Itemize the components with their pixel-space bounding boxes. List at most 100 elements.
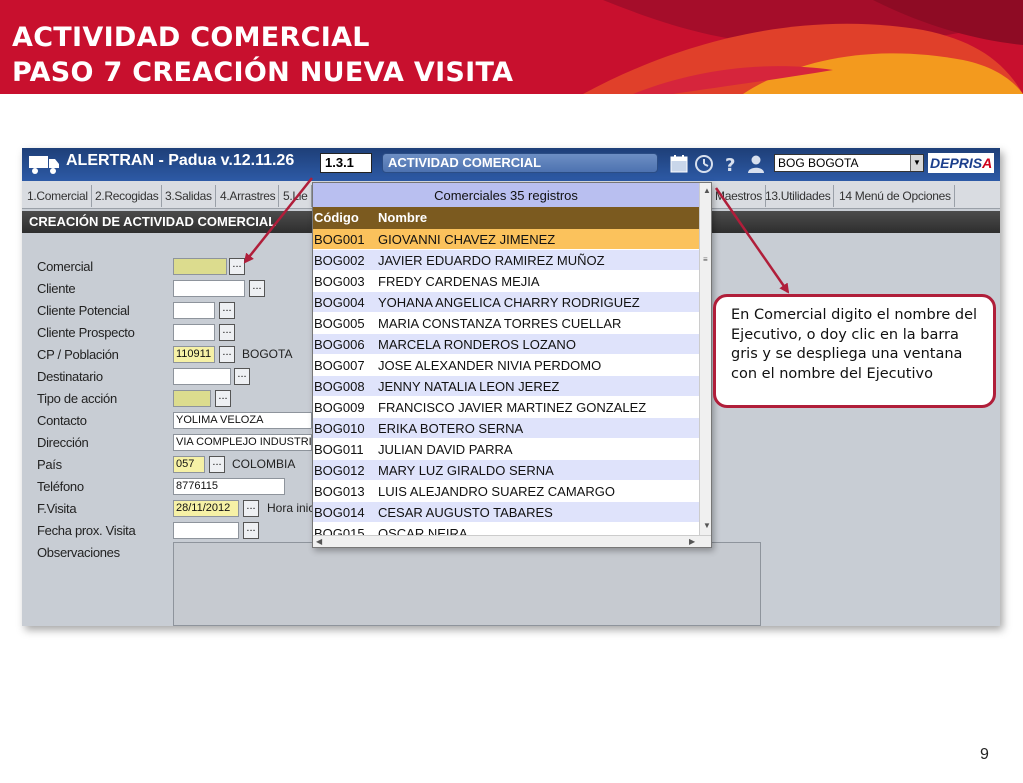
cliente-prospecto-lookup-button[interactable]: ... — [219, 324, 235, 341]
scroll-thumb-icon[interactable]: ≡ — [703, 255, 708, 264]
list-item[interactable]: BOG010 ERIKA BOTERO SERNA — [313, 418, 699, 439]
list-item[interactable]: BOG003 FREDY CARDENAS MEJIA — [313, 271, 699, 292]
cp-lookup-button[interactable]: ... — [219, 346, 235, 363]
row-name: OSCAR NEIRA — [378, 526, 468, 535]
cliente-potencial-field[interactable] — [173, 302, 215, 319]
menu-item-utilidades[interactable]: 13.Utilidades — [762, 185, 835, 207]
row-name: MARY LUZ GIRALDO SERNA — [378, 463, 554, 478]
city-select[interactable]: BOG BOGOTA ▼ — [774, 154, 924, 172]
row-name: JULIAN DAVID PARRA — [378, 442, 513, 457]
row-name: MARIA CONSTANZA TORRES CUELLAR — [378, 316, 622, 331]
cp-field[interactable]: 110911 — [173, 346, 215, 363]
pais-code-field[interactable]: 057 — [173, 456, 205, 473]
row-name: JAVIER EDUARDO RAMIREZ MUÑOZ — [378, 253, 605, 268]
menu-item-opciones[interactable]: 14 Menú de Opciones — [836, 185, 955, 207]
help-icon[interactable]: ? — [721, 154, 739, 174]
cliente-potencial-lookup-button[interactable]: ... — [219, 302, 235, 319]
city-select-value: BOG BOGOTA — [778, 156, 859, 170]
fvisita-label: F.Visita — [37, 501, 77, 516]
user-icon[interactable] — [747, 154, 765, 174]
menu-item-llegadas[interactable]: 5.Lle — [280, 185, 312, 207]
row-code: BOG011 — [314, 442, 364, 457]
cliente-prospecto-field[interactable] — [173, 324, 215, 341]
row-name: JOSE ALEXANDER NIVIA PERDOMO — [378, 358, 602, 373]
tipo-accion-field[interactable] — [173, 390, 211, 407]
cliente-potencial-label: Cliente Potencial — [37, 303, 130, 318]
fvisita-field[interactable]: 28/11/2012 — [173, 500, 239, 517]
list-item[interactable]: BOG005 MARIA CONSTANZA TORRES CUELLAR — [313, 313, 699, 334]
comercial-field[interactable] — [173, 258, 227, 275]
vertical-scrollbar[interactable]: ▲ ≡ ▼ — [699, 183, 711, 535]
list-item[interactable]: BOG013 LUIS ALEJANDRO SUAREZ CAMARGO — [313, 481, 699, 502]
list-item[interactable]: BOG015 OSCAR NEIRA — [313, 523, 699, 535]
scroll-right-icon[interactable]: ▶ — [689, 537, 695, 546]
menu-item-maestros[interactable]: Maestros — [712, 185, 766, 207]
brand-logo: DEPRISA — [928, 153, 994, 173]
scroll-up-icon[interactable]: ▲ — [703, 186, 711, 195]
fvisita-lookup-button[interactable]: ... — [243, 500, 259, 517]
chevron-down-icon[interactable]: ▼ — [910, 155, 923, 171]
direccion-label: Dirección — [37, 435, 89, 450]
row-name: YOHANA ANGELICA CHARRY RODRIGUEZ — [378, 295, 640, 310]
pais-lookup-button[interactable]: ... — [209, 456, 225, 473]
direccion-field[interactable]: VIA COMPLEJO INDUSTRIAL — [173, 434, 312, 451]
menu-item-comercial[interactable]: 1.Comercial — [24, 185, 92, 207]
horizontal-scrollbar[interactable]: ◀ ▶ — [313, 535, 711, 547]
clock-icon[interactable] — [695, 154, 713, 174]
list-item[interactable]: BOG002 JAVIER EDUARDO RAMIREZ MUÑOZ — [313, 250, 699, 271]
comercial-label: Comercial — [37, 259, 93, 274]
row-code: BOG005 — [314, 316, 365, 331]
row-name: GIOVANNI CHAVEZ JIMENEZ — [378, 232, 556, 247]
telefono-field[interactable]: 8776115 — [173, 478, 285, 495]
fecha-prox-visita-label: Fecha prox. Visita — [37, 523, 136, 538]
popup-header-row: Código Nombre — [313, 207, 699, 229]
menu-item-salidas[interactable]: 3.Salidas — [162, 185, 216, 207]
row-code: BOG003 — [314, 274, 365, 289]
contacto-field[interactable]: YOLIMA VELOZA — [173, 412, 312, 429]
list-item[interactable]: BOG008 JENNY NATALIA LEON JEREZ — [313, 376, 699, 397]
list-item[interactable]: BOG001 GIOVANNI CHAVEZ JIMENEZ — [313, 229, 699, 250]
row-code: BOG015 — [314, 526, 365, 535]
row-code: BOG013 — [314, 484, 365, 499]
destinatario-lookup-button[interactable]: ... — [234, 368, 250, 385]
list-item[interactable]: BOG004 YOHANA ANGELICA CHARRY RODRIGUEZ — [313, 292, 699, 313]
row-name: ERIKA BOTERO SERNA — [378, 421, 524, 436]
column-header-name[interactable]: Nombre — [378, 207, 427, 229]
hora-inicio-label: Hora inic — [267, 501, 315, 515]
list-item[interactable]: BOG012 MARY LUZ GIRALDO SERNA — [313, 460, 699, 481]
telefono-label: Teléfono — [37, 479, 84, 494]
row-code: BOG006 — [314, 337, 365, 352]
row-name: CESAR AUGUSTO TABARES — [378, 505, 553, 520]
observaciones-label: Observaciones — [37, 545, 120, 560]
comercial-lookup-button[interactable]: ... — [229, 258, 245, 275]
cliente-field[interactable] — [173, 280, 245, 297]
list-item[interactable]: BOG009 FRANCISCO JAVIER MARTINEZ GONZALEZ — [313, 397, 699, 418]
popup-title: Comerciales 35 registros — [313, 183, 699, 207]
contacto-label: Contacto — [37, 413, 87, 428]
option-code-input[interactable]: 1.3.1 — [320, 153, 372, 173]
page-number: 9 — [980, 746, 989, 763]
row-code: BOG008 — [314, 379, 365, 394]
list-item[interactable]: BOG007 JOSE ALEXANDER NIVIA PERDOMO — [313, 355, 699, 376]
menu-item-arrastres[interactable]: 4.Arrastres — [217, 185, 280, 207]
list-item[interactable]: BOG011 JULIAN DAVID PARRA — [313, 439, 699, 460]
header-decoration — [583, 0, 1023, 94]
cliente-label: Cliente — [37, 281, 76, 296]
list-item[interactable]: BOG006 MARCELA RONDEROS LOZANO — [313, 334, 699, 355]
scroll-down-icon[interactable]: ▼ — [703, 521, 711, 530]
observaciones-textarea[interactable] — [173, 542, 761, 626]
app-title: ALERTRAN - Padua v.12.11.26 — [66, 152, 295, 169]
scroll-left-icon[interactable]: ◀ — [316, 537, 322, 546]
destinatario-label: Destinatario — [37, 369, 103, 384]
menu-item-recogidas[interactable]: 2.Recogidas — [92, 185, 163, 207]
fecha-prox-visita-field[interactable] — [173, 522, 239, 539]
fecha-prox-visita-lookup-button[interactable]: ... — [243, 522, 259, 539]
module-name: ACTIVIDAD COMERCIAL — [382, 153, 658, 173]
column-header-code[interactable]: Código — [314, 207, 359, 229]
destinatario-field[interactable] — [173, 368, 231, 385]
cliente-lookup-button[interactable]: ... — [249, 280, 265, 297]
row-name: LUIS ALEJANDRO SUAREZ CAMARGO — [378, 484, 615, 499]
list-item[interactable]: BOG014 CESAR AUGUSTO TABARES — [313, 502, 699, 523]
calendar-icon[interactable] — [670, 154, 688, 174]
tipo-accion-lookup-button[interactable]: ... — [215, 390, 231, 407]
